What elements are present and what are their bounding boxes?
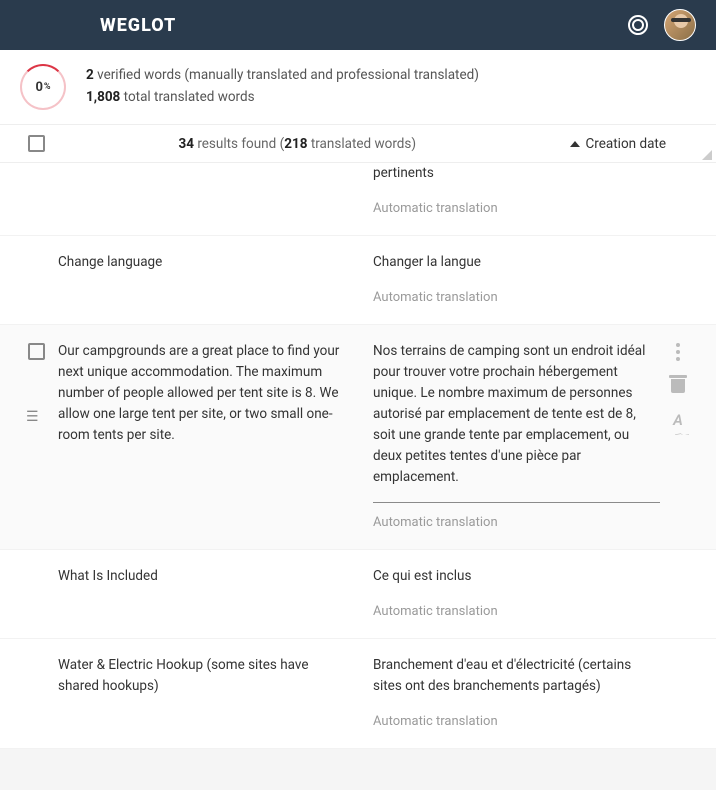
- row-checkbox[interactable]: [28, 343, 45, 360]
- results-words: 218: [284, 136, 307, 152]
- row-check-col: [28, 252, 58, 308]
- row-check-col: [28, 341, 58, 533]
- target-text[interactable]: Ce qui est inclus: [373, 566, 660, 587]
- target-col: Changer la langue Automatic translation: [373, 252, 660, 308]
- target-text[interactable]: Nos terrains de camping sont un endroit …: [373, 341, 660, 487]
- row-check-col: [28, 655, 58, 732]
- results-summary: 34 results found (218 translated words): [25, 136, 570, 152]
- trash-icon[interactable]: [671, 377, 685, 393]
- stats-bar: 0% 2 verified words (manually translated…: [0, 50, 716, 125]
- percent-sign: %: [44, 82, 51, 92]
- row-actions: [660, 252, 696, 308]
- translation-row[interactable]: pertinents Automatic translation: [0, 163, 716, 236]
- target-col: Branchement d'eau et d'électricité (cert…: [373, 655, 660, 732]
- verified-count: 2: [86, 67, 94, 83]
- total-count: 1,808: [86, 89, 120, 105]
- translation-row[interactable]: Change languageChanger la langue Automati…: [0, 236, 716, 325]
- row-actions: [660, 655, 696, 732]
- app-header: WEGLOT: [0, 0, 716, 50]
- drag-handle-icon[interactable]: ☰: [26, 415, 44, 419]
- translation-type-label: Automatic translation: [373, 287, 660, 308]
- sort-creation-date[interactable]: Creation date: [570, 136, 666, 152]
- stats-text: 2 verified words (manually translated an…: [86, 65, 479, 108]
- translation-row[interactable]: Water & Electric Hookup (some sites have…: [0, 639, 716, 749]
- translation-rows: pertinentsAutomatic translationChange la…: [0, 163, 716, 749]
- translation-type-label: Automatic translation: [373, 198, 660, 219]
- results-bar: 34 results found (218 translated words) …: [0, 125, 716, 163]
- translation-type-label: Automatic translation: [373, 601, 660, 622]
- help-icon[interactable]: [628, 15, 648, 35]
- source-text[interactable]: [58, 163, 373, 219]
- auto-translate-icon[interactable]: A: [673, 409, 683, 432]
- translation-row[interactable]: What Is IncludedCe qui est inclus Automat…: [0, 550, 716, 639]
- row-actions: [660, 163, 696, 219]
- row-check-col: [28, 566, 58, 622]
- target-text[interactable]: pertinents: [373, 163, 660, 184]
- target-text[interactable]: Branchement d'eau et d'électricité (cert…: [373, 655, 660, 697]
- header-actions: [628, 9, 696, 41]
- target-col: Ce qui est inclus Automatic translation: [373, 566, 660, 622]
- row-actions: A: [660, 341, 696, 533]
- target-col: Nos terrains de camping sont un endroit …: [373, 341, 660, 533]
- sort-label: Creation date: [586, 136, 666, 152]
- translation-row[interactable]: Our campgrounds are a great place to fin…: [0, 325, 716, 550]
- total-label: total translated words: [124, 89, 255, 105]
- avatar[interactable]: [664, 9, 696, 41]
- logo[interactable]: WEGLOT: [100, 15, 176, 36]
- source-text[interactable]: Water & Electric Hookup (some sites have…: [58, 655, 373, 732]
- target-text[interactable]: Changer la langue: [373, 252, 660, 273]
- source-text[interactable]: Our campgrounds are a great place to fin…: [58, 341, 373, 533]
- row-check-col: [28, 163, 58, 219]
- source-text[interactable]: What Is Included: [58, 566, 373, 622]
- resize-handle-icon[interactable]: [702, 150, 712, 160]
- results-count: 34: [178, 136, 194, 152]
- verified-label: verified words (manually translated and …: [97, 67, 479, 83]
- source-text[interactable]: Change language: [58, 252, 373, 308]
- translation-type-label: Automatic translation: [373, 711, 660, 732]
- sort-arrow-up-icon: [570, 141, 580, 147]
- translation-type-label: Automatic translation: [373, 502, 660, 533]
- more-icon[interactable]: [676, 343, 680, 361]
- verified-percent-circle: 0%: [20, 64, 66, 110]
- percent-value: 0: [35, 80, 42, 95]
- target-col: pertinents Automatic translation: [373, 163, 660, 219]
- row-actions: [660, 566, 696, 622]
